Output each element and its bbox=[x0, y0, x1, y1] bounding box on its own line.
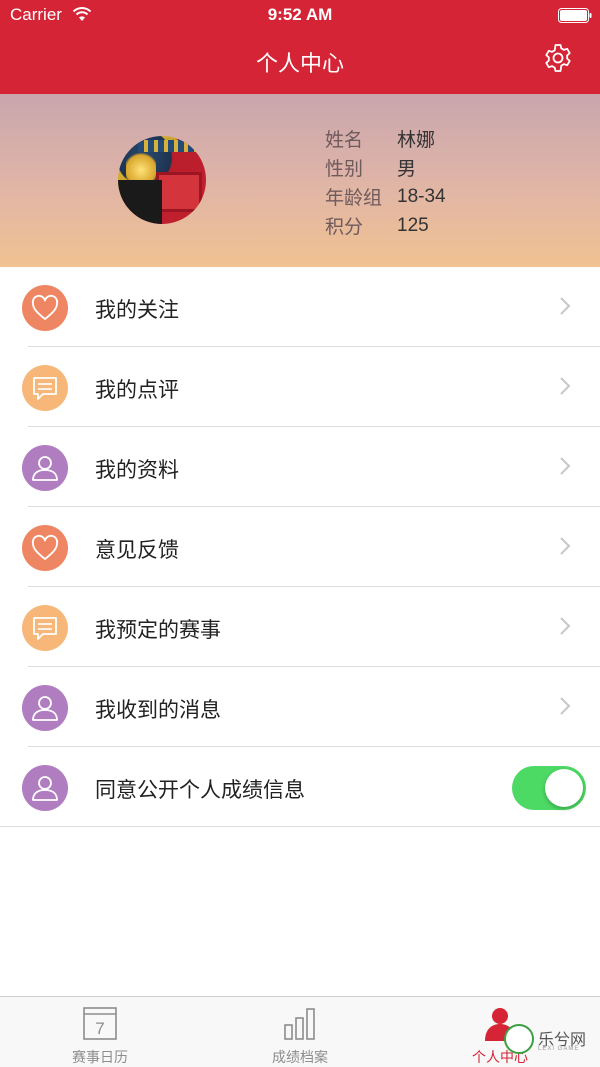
menu-item-label: 我收到的消息 bbox=[95, 698, 221, 722]
menu-item-label: 同意公开个人成绩信息 bbox=[95, 778, 305, 802]
page-title: 个人中心 bbox=[255, 52, 344, 77]
toggle-knob bbox=[545, 769, 583, 807]
menu-item-feedback[interactable]: 意见反馈 bbox=[0, 507, 600, 587]
info-label: 年龄组 bbox=[325, 187, 383, 209]
user-icon bbox=[22, 445, 68, 491]
tab-calendar[interactable]: 7 赛事日历 bbox=[0, 997, 200, 1067]
chevron-right-icon bbox=[560, 617, 571, 635]
heart-icon bbox=[22, 525, 68, 571]
chevron-right-icon bbox=[560, 297, 571, 315]
leaf-icon bbox=[504, 1024, 534, 1054]
menu-item-reviews[interactable]: 我的点评 bbox=[0, 347, 600, 427]
menu-item-messages[interactable]: 我收到的消息 bbox=[0, 667, 600, 747]
heart-icon bbox=[22, 285, 68, 331]
watermark-subtext: LEXI GAME bbox=[538, 1046, 580, 1052]
avatar[interactable] bbox=[118, 136, 206, 224]
menu-item-label: 我预定的赛事 bbox=[95, 618, 221, 642]
profile-info: 姓名 林娜 性别 男 年龄组 18-34 积分 125 bbox=[325, 124, 446, 240]
menu-item-label: 我的资料 bbox=[95, 458, 179, 482]
info-label: 积分 bbox=[325, 216, 364, 238]
calendar-icon: 7 bbox=[83, 1007, 117, 1040]
menu-item-booked-events[interactable]: 我预定的赛事 bbox=[0, 587, 600, 667]
menu-item-label: 我的点评 bbox=[95, 378, 179, 402]
watermark-logo: 乐兮网 LEXI GAME bbox=[504, 1020, 596, 1064]
avatar-shadow bbox=[118, 180, 162, 224]
calendar-day: 7 bbox=[95, 1019, 104, 1038]
profile-banner: 姓名 林娜 性别 男 年龄组 18-34 积分 125 bbox=[0, 94, 600, 267]
info-row-points: 积分 125 bbox=[325, 211, 446, 240]
info-value: 林娜 bbox=[397, 130, 436, 151]
info-row-name: 姓名 林娜 bbox=[325, 124, 446, 153]
menu-item-public-results: 同意公开个人成绩信息 bbox=[0, 747, 600, 827]
info-value: 125 bbox=[397, 214, 429, 236]
chevron-right-icon bbox=[560, 377, 571, 395]
divider bbox=[0, 826, 600, 827]
tab-results[interactable]: 成绩档案 bbox=[200, 997, 400, 1067]
user-icon bbox=[22, 685, 68, 731]
info-value: 18-34 bbox=[397, 185, 446, 207]
tab-label: 成绩档案 bbox=[272, 1050, 328, 1066]
menu-item-profile[interactable]: 我的资料 bbox=[0, 427, 600, 507]
avatar-window bbox=[156, 172, 202, 212]
menu-list: 我的关注 我的点评 我的资料 意见反馈 我预定的赛事 我收到的消息 同意公开个人… bbox=[0, 267, 600, 827]
info-label: 性别 bbox=[325, 158, 364, 180]
info-value: 男 bbox=[397, 159, 417, 180]
user-icon bbox=[22, 765, 68, 811]
info-row-age-group: 年龄组 18-34 bbox=[325, 182, 446, 211]
status-bar: Carrier 9:52 AM bbox=[0, 0, 600, 30]
public-results-toggle[interactable] bbox=[512, 766, 586, 810]
chevron-right-icon bbox=[560, 457, 571, 475]
clock: 9:52 AM bbox=[267, 5, 333, 24]
header: Carrier 9:52 AM 个人中心 bbox=[0, 0, 600, 94]
comment-icon bbox=[22, 605, 68, 651]
info-row-gender: 性别 男 bbox=[325, 153, 446, 182]
battery-icon bbox=[558, 8, 592, 23]
tab-label: 赛事日历 bbox=[72, 1050, 128, 1066]
gear-icon[interactable] bbox=[542, 42, 574, 74]
menu-item-label: 意见反馈 bbox=[95, 538, 179, 562]
menu-item-label: 我的关注 bbox=[95, 298, 179, 322]
menu-item-follows[interactable]: 我的关注 bbox=[0, 267, 600, 347]
chevron-right-icon bbox=[560, 537, 571, 555]
info-label: 姓名 bbox=[325, 129, 364, 151]
comment-icon bbox=[22, 365, 68, 411]
chevron-right-icon bbox=[560, 697, 571, 715]
bar-chart-icon bbox=[284, 1008, 315, 1040]
